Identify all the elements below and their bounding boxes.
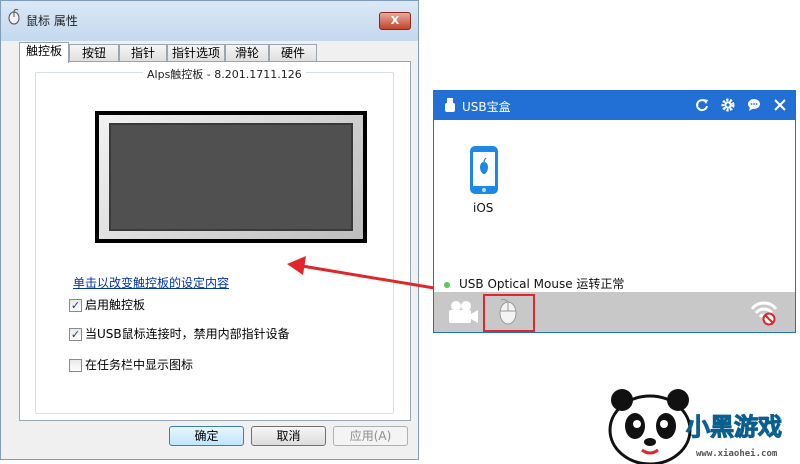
wifi-disabled-icon[interactable] bbox=[750, 300, 778, 326]
refresh-icon[interactable] bbox=[695, 98, 709, 112]
camera-icon[interactable] bbox=[447, 300, 479, 324]
usb-box-window: USB宝盒 iOS USB Optical Mouse 运转正常 bbox=[433, 90, 796, 333]
status-line: USB Optical Mouse 运转正常 bbox=[444, 275, 624, 292]
usb-box-titlebar: USB宝盒 bbox=[434, 91, 795, 120]
status-text: USB Optical Mouse 运转正常 bbox=[459, 277, 625, 291]
device-label: iOS bbox=[473, 201, 494, 215]
usb-box-title: USB宝盒 bbox=[462, 100, 511, 114]
close-icon[interactable] bbox=[773, 98, 787, 112]
usb-icon bbox=[445, 98, 455, 112]
status-dot-icon bbox=[444, 281, 450, 288]
tab-touchpad[interactable]: 触控板 bbox=[19, 42, 69, 63]
mouse-device-icon[interactable] bbox=[498, 298, 518, 326]
chat-icon[interactable] bbox=[747, 98, 761, 112]
watermark-logo-text: 小黑游戏 bbox=[686, 413, 783, 442]
iphone-icon[interactable] bbox=[470, 146, 498, 194]
watermark-url: www.xiaohei.com bbox=[696, 449, 778, 459]
usb-box-footer bbox=[434, 292, 795, 332]
gear-icon[interactable] bbox=[721, 98, 735, 112]
